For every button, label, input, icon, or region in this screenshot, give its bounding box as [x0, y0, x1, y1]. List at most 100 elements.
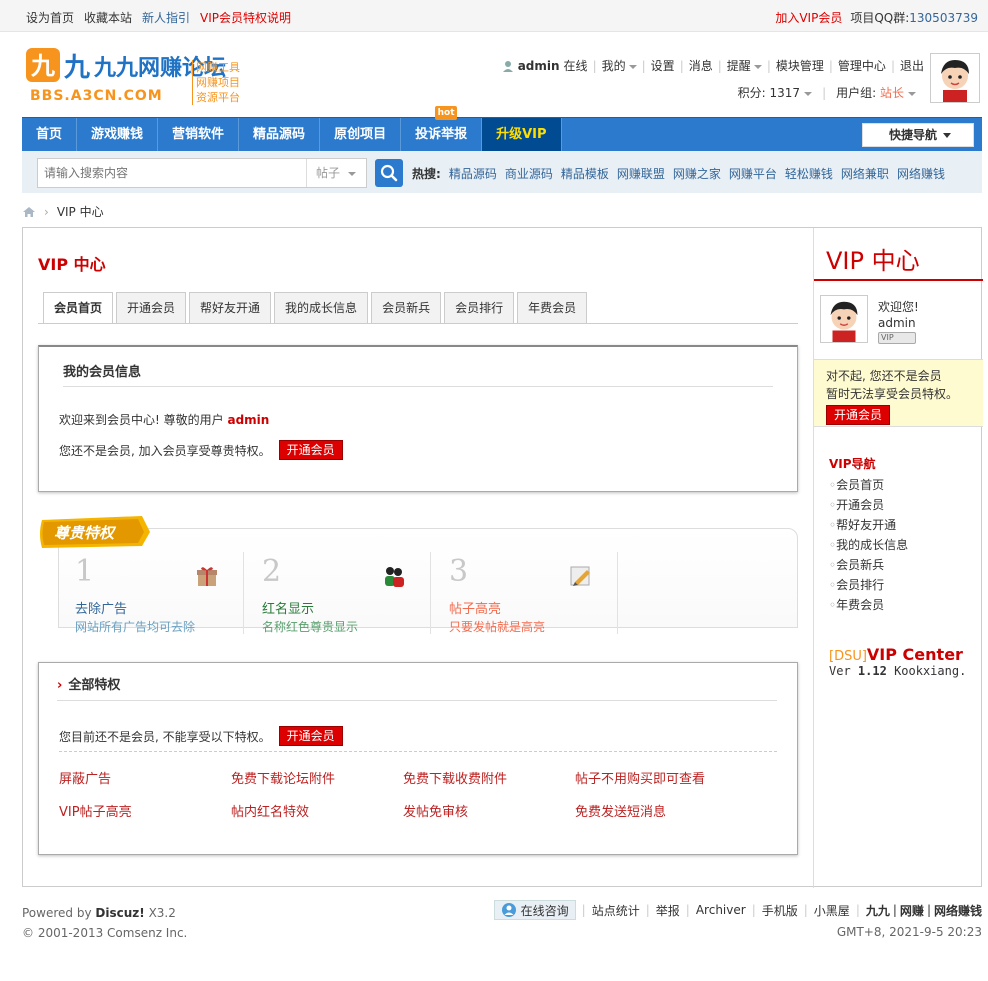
join-vip-link[interactable]: 加入VIP会员 [775, 9, 842, 26]
newbie-guide-link[interactable]: 新人指引 [142, 9, 190, 26]
brand-link[interactable]: 网赚 [900, 902, 924, 919]
powered-name[interactable]: Discuz! [95, 906, 144, 920]
vip-nav-item[interactable]: 我的成长信息 [829, 535, 908, 555]
open-member-button[interactable]: 开通会员 [278, 726, 343, 746]
hot-search-link[interactable]: 精品源码 [449, 165, 497, 182]
usergroup-menu[interactable]: 用户组: 站长 [836, 84, 916, 101]
vip-nav-item[interactable]: 开通会员 [829, 495, 908, 515]
privilege-list: 屏蔽广告 免费下载论坛附件 免费下载收费附件 帖子不用购买即可查看 VIP帖子高… [59, 768, 747, 820]
separator: | [645, 903, 650, 917]
search-input[interactable] [38, 159, 306, 187]
separator: | [926, 903, 931, 917]
tab-new-members[interactable]: 会员新兵 [371, 292, 442, 324]
tab-member-ranking[interactable]: 会员排行 [444, 292, 515, 324]
divider [814, 279, 983, 281]
avatar[interactable] [930, 53, 980, 103]
username-link[interactable]: admin [518, 59, 560, 73]
online-consult-button[interactable]: 在线咨询 [493, 900, 576, 920]
main-nav: 首页 游戏赚钱 营销软件 精品源码 原创项目 投诉举报 hot 升级VIP 快捷… [22, 106, 982, 151]
logo-side-line: 资源平台 [196, 91, 240, 104]
chevron-down-icon [753, 64, 762, 69]
module-manage-link[interactable]: 模块管理 [776, 57, 824, 74]
set-homepage-link[interactable]: 设为首页 [26, 9, 74, 26]
nav-item-original-projects[interactable]: 原创项目 [320, 118, 402, 151]
qq-group-number[interactable]: 130503739 [909, 11, 978, 25]
divider [59, 751, 777, 752]
bookmark-link[interactable]: 收藏本站 [84, 9, 132, 26]
not-member-line: 您还不是会员, 加入会员享受尊贵特权。 开通会员 [59, 440, 343, 460]
privilege-item: 免费下载论坛附件 [231, 772, 336, 787]
plugin-title: VIP Center [866, 645, 963, 664]
points-menu[interactable]: 积分: 1317 [738, 84, 813, 101]
privilege-card: 1 去除广告 网站所有广告均可去除 [59, 552, 244, 634]
tab-open-member[interactable]: 开通会员 [116, 292, 187, 324]
divider [38, 323, 798, 324]
nav-item-complaints[interactable]: 投诉举报 hot [401, 106, 483, 151]
logout-link[interactable]: 退出 [900, 57, 924, 74]
open-member-button[interactable]: 开通会员 [826, 405, 891, 425]
my-menu[interactable]: 我的 [602, 57, 637, 74]
hot-search-link[interactable]: 网赚之家 [673, 165, 721, 182]
sidebar-title: VIP 中心 [826, 247, 920, 275]
nav-item-home[interactable]: 首页 [22, 118, 78, 151]
admin-center-link[interactable]: 管理中心 [838, 57, 886, 74]
sidebar: VIP 中心 欢迎您! admin VIP 对不起, 您还不是会员 暂时无法享受… [813, 228, 983, 888]
nav-item-marketing-software[interactable]: 营销软件 [158, 118, 240, 151]
hot-search-link[interactable]: 精品模板 [561, 165, 609, 182]
separator: | [581, 903, 586, 917]
avatar[interactable] [820, 295, 868, 343]
blacklist-link[interactable]: 小黑屋 [814, 902, 850, 919]
tab-member-home[interactable]: 会员首页 [43, 292, 114, 324]
settings-link[interactable]: 设置 [651, 57, 675, 74]
chevron-right-icon: › [44, 204, 49, 219]
sidebar-username: admin [878, 316, 916, 330]
sidebar-welcome: 欢迎您! [878, 300, 919, 314]
brand-link[interactable]: 网络赚钱 [934, 902, 982, 919]
all-privileges-box: › 全部特权 您目前还不是会员, 不能享受以下特权。 开通会员 屏蔽广告 免费下载… [38, 662, 798, 855]
tab-growth-info[interactable]: 我的成长信息 [274, 292, 369, 324]
privilege-number: 1 [75, 554, 95, 589]
vip-nav-item[interactable]: 会员首页 [829, 475, 908, 495]
search-button[interactable] [375, 159, 403, 187]
archiver-link[interactable]: Archiver [696, 903, 746, 917]
search-type-select[interactable]: 帖子 [306, 159, 366, 187]
mobile-link[interactable]: 手机版 [762, 902, 798, 919]
quick-nav-button[interactable]: 快捷导航 [862, 123, 974, 147]
hot-search-link[interactable]: 网络赚钱 [897, 165, 945, 182]
vip-nav-item[interactable]: 会员新兵 [829, 555, 908, 575]
users-icon [385, 567, 404, 587]
privilege-item: 屏蔽广告 [59, 772, 112, 787]
site-logo[interactable]: 九 九 九九网赚论坛 BBS.A3CN.COM 网赚工具 网赚项目 资源平台 [22, 44, 242, 108]
messages-link[interactable]: 消息 [689, 57, 713, 74]
privilege-item: 帖子不用购买即可查看 [575, 772, 706, 787]
nav-item-upgrade-vip[interactable]: 升级VIP [482, 118, 562, 151]
reminders-menu[interactable]: 提醒 [727, 57, 762, 74]
brand-link[interactable]: 九九 [866, 902, 890, 919]
qq-group-label: 项目QQ群: [850, 11, 910, 25]
hot-search-link[interactable]: 网赚联盟 [617, 165, 665, 182]
report-link[interactable]: 举报 [656, 902, 680, 919]
open-member-button[interactable]: 开通会员 [278, 440, 343, 460]
vip-nav-item[interactable]: 帮好友开通 [829, 515, 908, 535]
hot-search-link[interactable]: 商业源码 [505, 165, 553, 182]
vip-privilege-link[interactable]: VIP会员特权说明 [200, 9, 291, 26]
tab-annual-member[interactable]: 年费会员 [517, 292, 588, 324]
separator: | [717, 58, 722, 73]
hot-search-link[interactable]: 轻松赚钱 [785, 165, 833, 182]
nav-item-source-code[interactable]: 精品源码 [239, 118, 321, 151]
search-type-label: 帖子 [316, 166, 341, 180]
hot-search-link[interactable]: 网络兼职 [841, 165, 889, 182]
nav-item-game-earn[interactable]: 游戏赚钱 [77, 118, 159, 151]
usergroup-value: 站长 [879, 86, 904, 100]
hot-search-link[interactable]: 网赚平台 [729, 165, 777, 182]
hot-search-label: 热搜: [412, 167, 441, 181]
copyright: © 2001-2013 Comsenz Inc. [22, 926, 188, 940]
home-icon[interactable] [22, 206, 36, 218]
vip-nav-item[interactable]: 会员排行 [829, 575, 908, 595]
site-stats-link[interactable]: 站点统计 [592, 902, 640, 919]
vip-nav-item[interactable]: 年费会员 [829, 595, 908, 615]
separator: | [766, 58, 771, 73]
tab-gift-member[interactable]: 帮好友开通 [189, 292, 272, 324]
privileges-panel: 1 去除广告 网站所有广告均可去除 2 红名显示 名称红色尊贵显示 3 帖子高亮… [58, 528, 798, 634]
online-status: 在线 [563, 59, 588, 73]
